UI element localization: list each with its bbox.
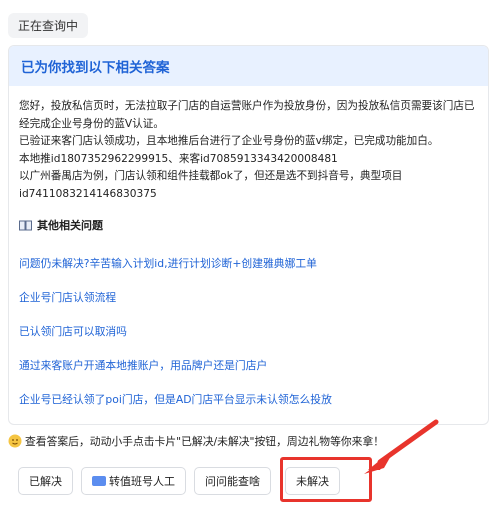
related-link-claim-flow[interactable]: 企业号门店认领流程	[19, 281, 478, 315]
answer-paragraph: 您好，投放私信页时，无法拉取子门店的自运营账户作为投放身份，因为投放私信页需要该…	[19, 100, 475, 130]
red-arrow-icon	[364, 419, 439, 474]
resolved-button-label: 已解决	[29, 476, 62, 488]
book-icon	[19, 220, 32, 230]
transfer-human-button[interactable]: 转值班号人工	[81, 467, 186, 495]
related-link-diagnose[interactable]: 问题仍未解决?辛苦输入计划id,进行计划诊断+创建雅典娜工单	[19, 247, 478, 281]
related-link-account-type[interactable]: 通过来客账户开通本地推账户，用品牌户还是门店户	[19, 349, 478, 383]
related-link-cancel-claim[interactable]: 已认领门店可以取消吗	[19, 315, 478, 349]
card-header: 已为你找到以下相关答案	[9, 46, 488, 86]
footer-note-text: 查看答案后，动动小手点击卡片"已解决/未解决"按钮，周边礼物等你来拿！	[25, 435, 385, 448]
ask-capabilities-button-label: 问问能查啥	[205, 476, 260, 488]
related-links-list: 问题仍未解决?辛苦输入计划id,进行计划诊断+创建雅典娜工单 企业号门店认领流程…	[9, 247, 488, 417]
answer-paragraph: 本地推id1807352962299915、来客id70859133434200…	[19, 152, 338, 165]
transfer-human-button-label: 转值班号人工	[109, 476, 175, 488]
answer-body: 您好，投放私信页时，无法拉取子门店的自运营账户作为投放身份，因为投放私信页需要该…	[9, 86, 488, 203]
service-badge-icon	[92, 476, 106, 486]
related-questions-label: 其他相关问题	[37, 219, 103, 232]
answer-card: 已为你找到以下相关答案 您好，投放私信页时，无法拉取子门店的自运营账户作为投放身…	[8, 45, 489, 425]
card-header-title: 已为你找到以下相关答案	[21, 60, 170, 76]
related-questions-heading: 其他相关问题	[9, 203, 488, 233]
related-link-ad-unclaimed[interactable]: 企业号已经认领了poi门店，但是AD门店平台显示未认领怎么投放	[19, 383, 478, 417]
answer-paragraph: 已验证来客门店认领成功，且本地推后台进行了企业号身份的蓝v绑定，已完成功能加白。	[19, 135, 439, 147]
ask-capabilities-button[interactable]: 问问能查啥	[194, 467, 271, 495]
hand-icon	[8, 434, 22, 448]
answer-paragraph: 以广州番禺店为例，门店认领和组件挂载都ok了，但还是选不到抖音号，典型项目id7…	[19, 170, 403, 200]
status-chip: 正在查询中	[8, 13, 89, 38]
resolved-button[interactable]: 已解决	[18, 467, 73, 495]
